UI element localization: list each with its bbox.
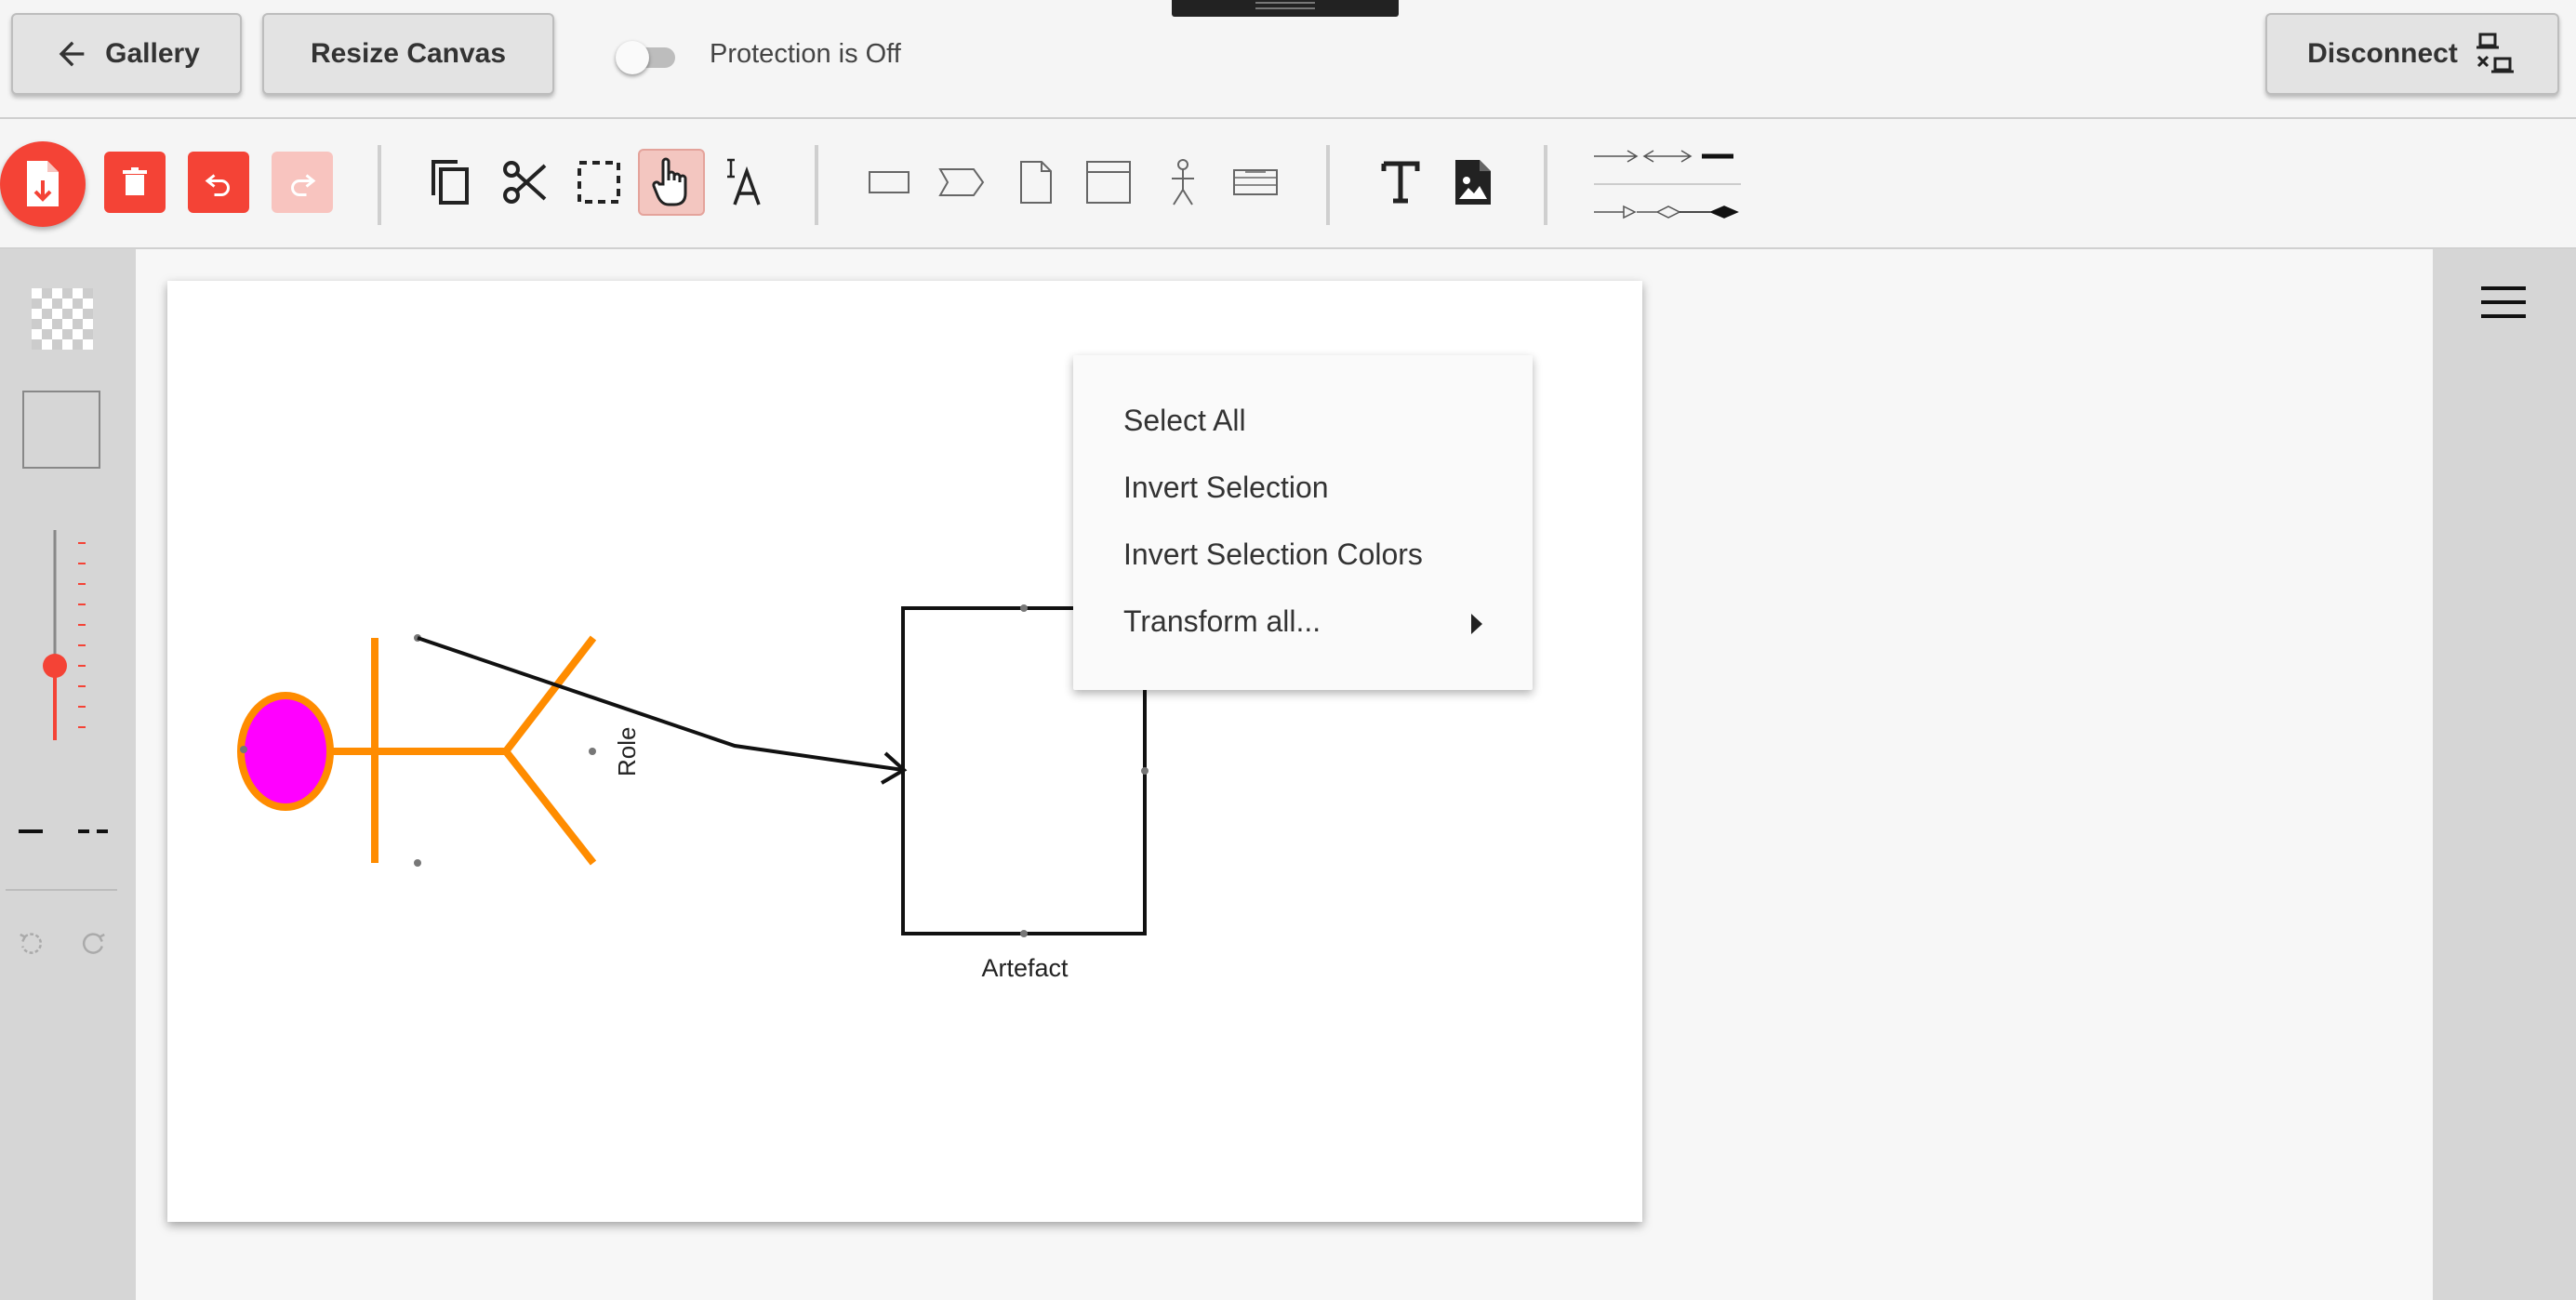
menu-item-select-all[interactable]: Select All (1123, 404, 1246, 438)
actor-head (237, 692, 334, 811)
selection-handle (414, 859, 421, 867)
context-menu: Select All Invert Selection Invert Selec… (1073, 355, 1533, 690)
selection-handle (240, 746, 247, 753)
selection-handle (589, 748, 596, 755)
menu-item-invert-selection-colors[interactable]: Invert Selection Colors (1123, 537, 1423, 572)
actor-shape[interactable] (237, 634, 597, 867)
submenu-arrow-icon (1471, 614, 1482, 634)
selection-handle (1020, 604, 1028, 612)
selection-handle (1020, 930, 1028, 937)
selection-handle (1141, 767, 1149, 775)
connector-arrow[interactable] (417, 636, 908, 785)
role-label: Role (613, 726, 641, 776)
actor-leg-lower (502, 749, 597, 866)
artefact-label: Artefact (981, 954, 1069, 982)
menu-item-transform-all[interactable]: Transform all... (1123, 604, 1321, 639)
menu-item-invert-selection[interactable]: Invert Selection (1123, 471, 1329, 505)
